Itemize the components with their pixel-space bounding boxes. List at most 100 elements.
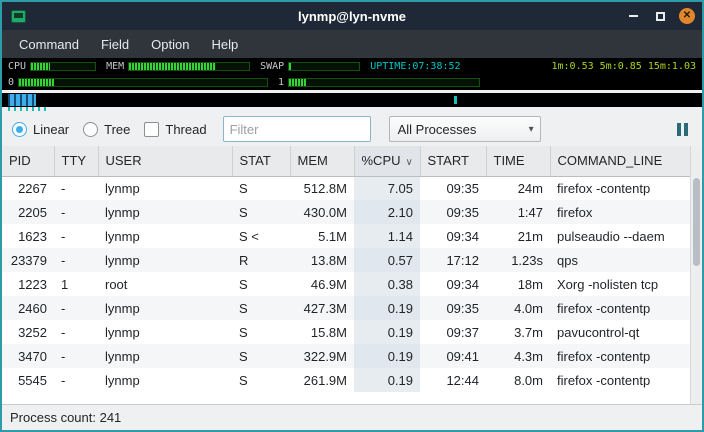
core0-meter-label: 0 (8, 77, 14, 88)
table-cell: 13.8M (290, 248, 354, 272)
table-cell: 23379 (2, 248, 54, 272)
table-cell: 17:12 (420, 248, 486, 272)
table-cell: lynmp (98, 368, 232, 392)
uptime-text: UPTIME:07:38:52 (370, 61, 460, 72)
table-cell: 0.19 (354, 368, 420, 392)
table-cell: 261.9M (290, 368, 354, 392)
table-cell: 24m (486, 176, 550, 200)
tree-radio[interactable]: Tree (83, 122, 130, 137)
table-cell: 0.38 (354, 272, 420, 296)
table-cell: 18m (486, 272, 550, 296)
table-cell: 427.3M (290, 296, 354, 320)
table-cell: root (98, 272, 232, 296)
table-cell: 430.0M (290, 200, 354, 224)
tree-radio-label: Tree (104, 122, 130, 137)
column-header-start[interactable]: START (420, 146, 486, 176)
table-cell: 3.7m (486, 320, 550, 344)
linear-radio[interactable]: Linear (12, 122, 69, 137)
table-cell: lynmp (98, 320, 232, 344)
table-row[interactable]: 2205-lynmpS430.0M2.1009:351:47firefox (2, 200, 690, 224)
table-cell: lynmp (98, 200, 232, 224)
table-row[interactable]: 2460-lynmpS427.3M0.1909:354.0mfirefox -c… (2, 296, 690, 320)
column-header-tty[interactable]: TTY (54, 146, 98, 176)
column-header-time[interactable]: TIME (486, 146, 550, 176)
table-cell: 09:37 (420, 320, 486, 344)
column-header-cpu[interactable]: %CPU∨ (354, 146, 420, 176)
table-cell: 12:44 (420, 368, 486, 392)
titlebar[interactable]: lynmp@lyn-nvme ✕ (2, 2, 702, 30)
graph-tick-marks (8, 107, 50, 111)
table-row[interactable]: 5545-lynmpS261.9M0.1912:448.0mfirefox -c… (2, 368, 690, 392)
load-average-text: 1m:0.53 5m:0.85 15m:1.03 (552, 61, 697, 72)
restore-button[interactable] (651, 7, 669, 25)
linear-radio-label: Linear (33, 122, 69, 137)
minimize-button[interactable] (624, 7, 642, 25)
column-header-stat[interactable]: STAT (232, 146, 290, 176)
mem-meter-label: MEM (106, 61, 124, 72)
table-cell: 1 (54, 272, 98, 296)
table-cell: 21m (486, 224, 550, 248)
process-filter-select[interactable]: All Processes ▾ (389, 116, 541, 142)
table-cell: S (232, 320, 290, 344)
table-cell: 2267 (2, 176, 54, 200)
table-cell: S < (232, 224, 290, 248)
controls-toolbar: Linear Tree Thread All Processes ▾ (2, 112, 702, 146)
table-cell: 0.19 (354, 344, 420, 368)
table-cell: S (232, 272, 290, 296)
table-cell: lynmp (98, 248, 232, 272)
table-cell: - (54, 368, 98, 392)
menu-command[interactable]: Command (8, 33, 90, 56)
table-cell: 0.57 (354, 248, 420, 272)
thread-checkbox[interactable]: Thread (144, 122, 206, 137)
table-cell: - (54, 344, 98, 368)
menu-option[interactable]: Option (140, 33, 200, 56)
table-row[interactable]: 1623-lynmpS <5.1M1.1409:3421mpulseaudio … (2, 224, 690, 248)
table-cell: pavucontrol-qt (550, 320, 690, 344)
table-cell: S (232, 200, 290, 224)
table-cell: - (54, 200, 98, 224)
column-header-user[interactable]: USER (98, 146, 232, 176)
table-cell: firefox -contentp (550, 344, 690, 368)
table-cell: 09:35 (420, 200, 486, 224)
mem-meter-bar (128, 62, 250, 71)
vertical-scrollbar[interactable] (690, 146, 702, 404)
table-cell: 09:41 (420, 344, 486, 368)
process-table: PID TTY USER STAT MEM %CPU∨ START TIME C… (2, 146, 690, 404)
filter-input[interactable] (223, 116, 371, 142)
table-row[interactable]: 23379-lynmpR13.8M0.5717:121.23sqps (2, 248, 690, 272)
table-row[interactable]: 3252-lynmpS15.8M0.1909:373.7mpavucontrol… (2, 320, 690, 344)
column-header-mem[interactable]: MEM (290, 146, 354, 176)
table-cell: firefox (550, 200, 690, 224)
table-cell: 09:34 (420, 272, 486, 296)
cpu-meter-bar (30, 62, 96, 71)
process-filter-value: All Processes (398, 122, 529, 137)
table-cell: firefox -contentp (550, 368, 690, 392)
table-cell: lynmp (98, 224, 232, 248)
menu-field[interactable]: Field (90, 33, 140, 56)
table-cell: 4.0m (486, 296, 550, 320)
table-cell: 0.19 (354, 296, 420, 320)
pause-button[interactable] (672, 120, 692, 138)
app-window: lynmp@lyn-nvme ✕ Command Field Option He… (0, 0, 704, 432)
scrollbar-thumb[interactable] (693, 178, 700, 266)
thread-checkbox-label: Thread (165, 122, 206, 137)
column-header-command-line[interactable]: COMMAND_LINE (550, 146, 690, 176)
table-cell: 4.3m (486, 344, 550, 368)
table-cell: firefox -contentp (550, 176, 690, 200)
column-header-pid[interactable]: PID (2, 146, 54, 176)
table-cell: 2205 (2, 200, 54, 224)
table-cell: S (232, 344, 290, 368)
table-cell: S (232, 368, 290, 392)
table-cell: Xorg -nolisten tcp (550, 272, 690, 296)
table-row[interactable]: 2267-lynmpS512.8M7.0509:3524mfirefox -co… (2, 176, 690, 200)
menu-help[interactable]: Help (200, 33, 249, 56)
close-button[interactable]: ✕ (678, 7, 696, 25)
table-cell: 3470 (2, 344, 54, 368)
table-row[interactable]: 12231rootS46.9M0.3809:3418mXorg -noliste… (2, 272, 690, 296)
core0-meter-bar (18, 78, 268, 87)
table-cell: S (232, 296, 290, 320)
table-cell: S (232, 176, 290, 200)
table-cell: 3252 (2, 320, 54, 344)
core1-meter-bar (288, 78, 480, 87)
table-row[interactable]: 3470-lynmpS322.9M0.1909:414.3mfirefox -c… (2, 344, 690, 368)
